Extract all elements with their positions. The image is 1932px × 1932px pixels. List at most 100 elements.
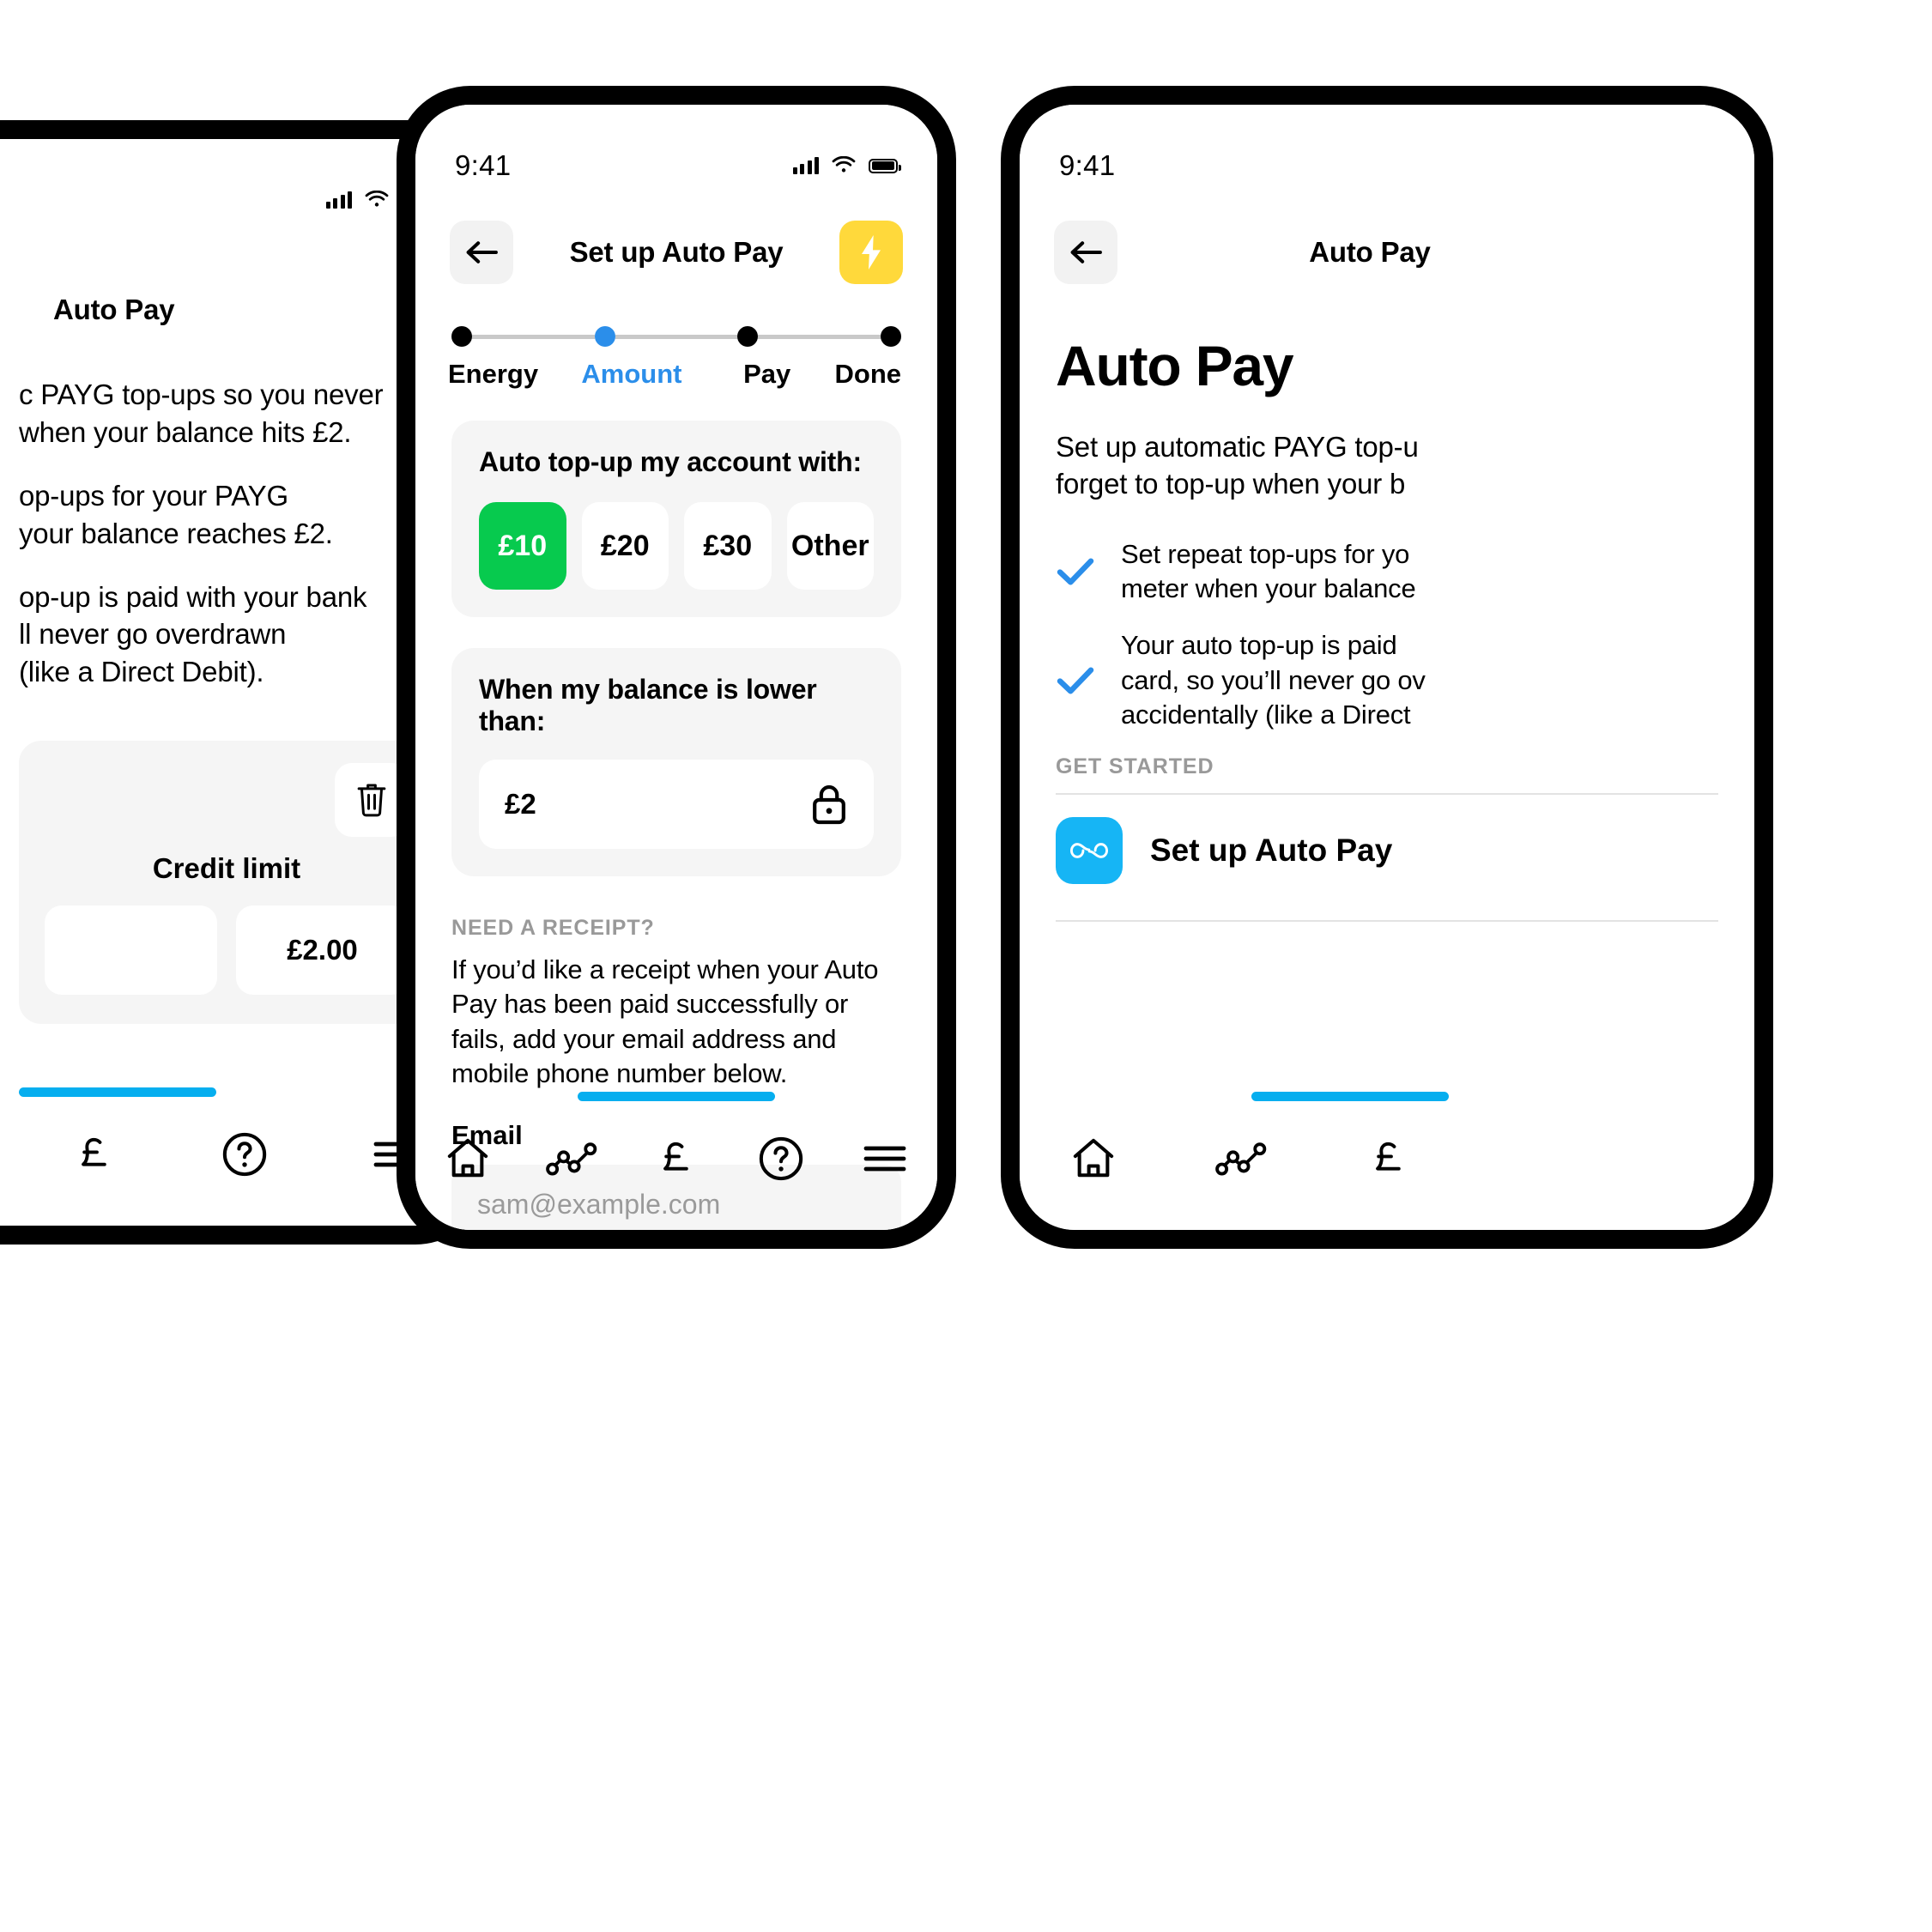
balance-threshold-label: When my balance is lower than: [479, 674, 817, 736]
tab-usage[interactable] [1167, 1140, 1315, 1178]
check-icon [1056, 665, 1095, 696]
arrow-left-icon [466, 241, 498, 263]
stepper-labels: Energy Amount Pay Done [448, 359, 901, 390]
check-icon [1056, 556, 1095, 587]
tab-payments[interactable] [624, 1136, 729, 1181]
phone-center-screen: 9:41 Set up Auto Pay Energy Amount Pay D… [415, 105, 937, 1230]
arrow-left-icon [1070, 241, 1102, 263]
pound-icon [1376, 1142, 1401, 1171]
paragraph-line-4: op-up is paid with your bank [19, 580, 367, 613]
step-dot-energy[interactable] [451, 326, 472, 347]
paragraph-line-0: c PAYG top-ups so you never [19, 379, 384, 410]
back-button[interactable] [1054, 221, 1117, 284]
benefit-text: Set repeat top-ups for yo meter when you… [1121, 537, 1416, 607]
tab-bar-right [1020, 1111, 1754, 1206]
credit-limit-card: Credit limit £2.00 [19, 741, 434, 1025]
benefit-item: Set repeat top-ups for yo meter when you… [1056, 537, 1718, 607]
wifi-icon [365, 191, 389, 207]
back-button[interactable] [450, 221, 513, 284]
status-icons [792, 156, 901, 175]
phone-right-screen: 9:41 Auto Pay Auto Pay Set up automatic … [1020, 105, 1754, 1230]
page-title-left: Auto Pay [53, 294, 175, 325]
battery-icon [869, 158, 901, 173]
balance-threshold-field[interactable]: £2 [479, 760, 874, 849]
phone-center-frame: 9:41 Set up Auto Pay Energy Amount Pay D… [397, 86, 956, 1249]
signal-bars-icon [325, 191, 352, 209]
phone-right-frame: 9:41 Auto Pay Auto Pay Set up automatic … [1001, 86, 1773, 1249]
benefit-text: Your auto top-up is paid card, so you’ll… [1121, 628, 1426, 732]
home-indicator-wrap [415, 1092, 937, 1101]
step-dot-amount[interactable] [594, 326, 615, 347]
tab-payments[interactable] [1315, 1136, 1463, 1181]
status-bar-center: 9:41 [415, 105, 937, 197]
menu-icon [863, 1146, 906, 1172]
balance-threshold-value: £2 [505, 788, 536, 820]
status-bar-right: 9:41 [1020, 105, 1754, 197]
tab-menu[interactable] [833, 1142, 937, 1176]
credit-limit-value[interactable]: £2.00 [236, 905, 409, 996]
benefit-0-line-1: meter when your balance [1121, 573, 1416, 604]
get-started-kicker: GET STARTED [1056, 754, 1214, 779]
step-segment-3 [758, 334, 881, 339]
tab-home[interactable] [415, 1137, 520, 1180]
paragraph-line-5: ll never go overdrawn [19, 618, 287, 651]
tab-home[interactable] [1020, 1137, 1167, 1180]
balance-threshold-card: When my balance is lower than: £2 [451, 648, 901, 876]
benefit-1-line-1: card, so you’ll never go ov [1121, 664, 1426, 695]
home-indicator-right-wrap [1020, 1092, 1754, 1101]
list-item-label: Set up Auto Pay [1150, 833, 1393, 869]
pound-icon [81, 1137, 106, 1166]
step-label-pay: Pay [743, 359, 791, 389]
step-dot-pay[interactable] [737, 326, 759, 347]
intro-line-1: forget to top-up when your b [1056, 467, 1406, 500]
step-segment-1 [472, 334, 595, 339]
page-heading: Auto Pay [1056, 334, 1294, 397]
usage-graph-icon [1215, 1142, 1267, 1176]
step-segment-2 [615, 334, 738, 339]
amount-option-10[interactable]: £10 [479, 502, 566, 590]
amount-option-30[interactable]: £30 [684, 502, 772, 590]
topup-amount-card: Auto top-up my account with: £10 £20 £30… [451, 421, 901, 617]
bolt-icon [862, 235, 881, 270]
phone-right-content: Auto Pay Set up automatic PAYG top-u for… [1020, 333, 1754, 923]
benefit-1-line-0: Your auto top-up is paid [1121, 630, 1397, 661]
status-time: 9:41 [1059, 149, 1116, 181]
amount-option-other[interactable]: Other [786, 502, 874, 590]
step-dot-done[interactable] [881, 326, 902, 347]
paragraph-line-1: when your balance hits £2. [19, 415, 352, 448]
pound-icon [663, 1142, 688, 1171]
paragraph-line-2: op-ups for your PAYG [19, 479, 288, 512]
tab-usage[interactable] [520, 1140, 625, 1178]
list-item-setup-auto-pay[interactable]: Set up Auto Pay [1056, 795, 1718, 906]
tab-payments[interactable] [19, 1132, 169, 1177]
credit-limit-fields: £2.00 [45, 905, 409, 996]
paragraph-line-6: (like a Direct Debit). [19, 656, 264, 688]
tab-help[interactable] [729, 1136, 833, 1182]
benefit-1-line-2: accidentally (like a Direct [1121, 699, 1411, 730]
help-circle-icon [759, 1136, 802, 1181]
credit-limit-field-left[interactable] [45, 905, 217, 996]
home-icon [1073, 1138, 1114, 1178]
nav-bar-right: Auto Pay [1020, 197, 1754, 294]
progress-stepper: Energy Amount Pay Done [415, 294, 937, 390]
tab-help[interactable] [169, 1131, 319, 1178]
home-indicator [19, 1087, 216, 1097]
home-icon [447, 1138, 488, 1178]
intro-line-0: Set up automatic PAYG top-u [1056, 431, 1419, 463]
home-indicator [1251, 1092, 1449, 1101]
amount-options: £10 £20 £30 Other [479, 502, 874, 590]
lock-icon [813, 784, 845, 825]
phone-center-content: Auto top-up my account with: £10 £20 £30… [415, 421, 937, 1230]
wifi-icon [832, 156, 856, 173]
step-label-energy: Energy [448, 359, 539, 389]
benefit-0-line-0: Set repeat top-ups for yo [1121, 538, 1410, 569]
status-time: 9:41 [455, 149, 512, 181]
amount-option-20[interactable]: £20 [581, 502, 669, 590]
nav-right-spacer [1656, 221, 1720, 284]
screenshot-canvas: 9:41 Auto Pay c PAYG top-ups so you [0, 0, 1932, 1932]
quick-action-button[interactable] [839, 221, 903, 284]
infinity-icon [1056, 817, 1123, 885]
stepper-track [451, 326, 902, 347]
benefit-item: Your auto top-up is paid card, so you’ll… [1056, 628, 1718, 732]
nav-bar-center: Set up Auto Pay [415, 197, 937, 294]
